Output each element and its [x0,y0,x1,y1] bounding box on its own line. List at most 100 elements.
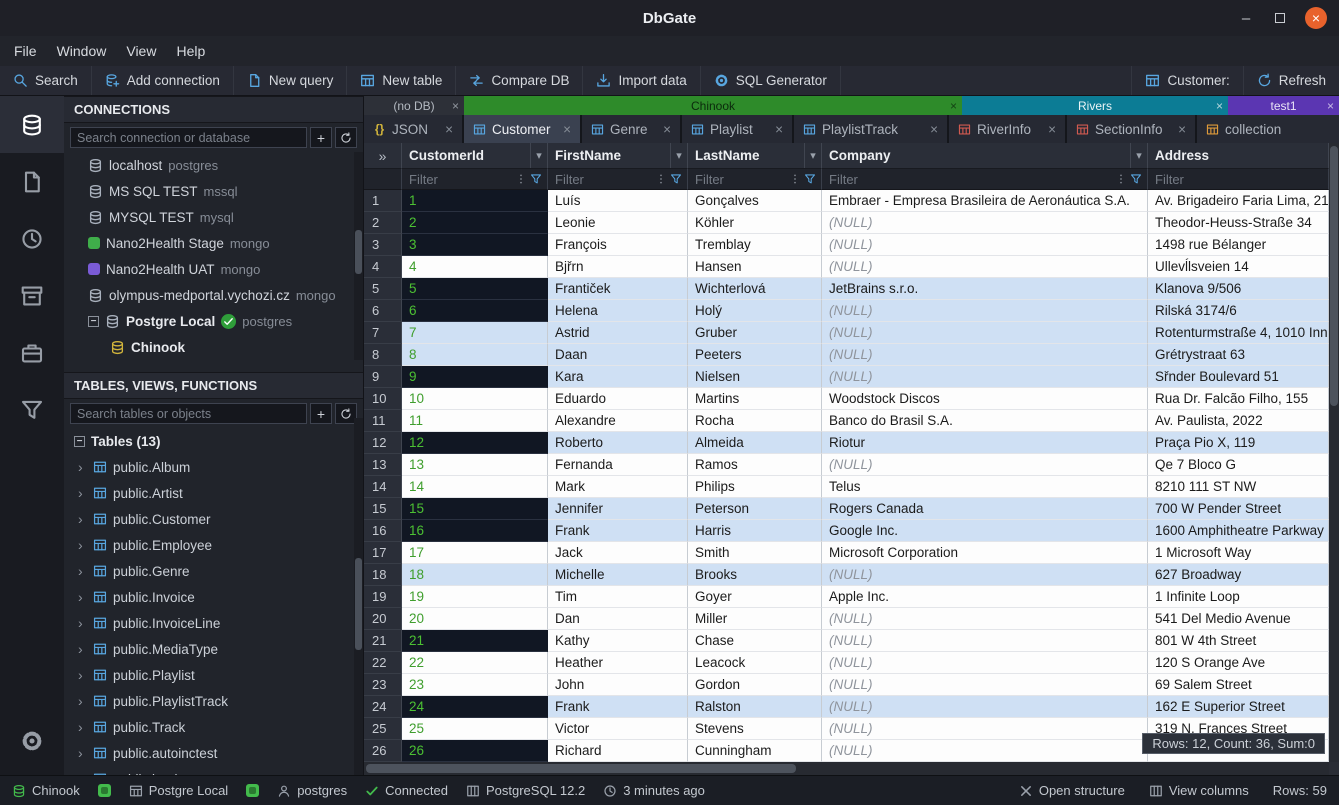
cell-firstname[interactable]: Jennifer [548,498,688,520]
table-public-employee[interactable]: ›public.Employee [64,532,363,558]
cell-customerid[interactable]: 8 [402,344,548,366]
chevron-down-icon[interactable]: ▾ [1130,143,1147,168]
cell-lastname[interactable]: Köhler [688,212,822,234]
cell-address[interactable]: 1498 rue Bélanger [1148,234,1329,256]
filter-menu-icon[interactable] [789,173,801,185]
cell-company[interactable]: Embraer - Empresa Brasileira de Aeronáut… [822,190,1148,212]
row-number[interactable]: 25 [364,718,402,740]
cell-lastname[interactable]: Gonçalves [688,190,822,212]
row-number[interactable]: 18 [364,564,402,586]
cell-customerid[interactable]: 9 [402,366,548,388]
toolbar-refresh-button[interactable]: Refresh [1243,66,1339,95]
cell-lastname[interactable]: Wichterlová [688,278,822,300]
tab-riverinfo[interactable]: RiverInfo× [949,115,1067,143]
filter-lastname[interactable]: Filter [688,169,822,190]
connection-localhost[interactable]: localhostpostgres [64,152,363,178]
cell-customerid[interactable]: 1 [402,190,548,212]
cell-company[interactable]: (NULL) [822,674,1148,696]
table-public-booleantest[interactable]: ›public.booleantest [64,766,363,775]
toolbar-new-table-button[interactable]: New table [347,66,456,95]
table-public-mediatype[interactable]: ›public.MediaType [64,636,363,662]
cell-address[interactable]: 8210 111 ST NW [1148,476,1329,498]
table-row[interactable]: 1212RobertoAlmeidaRioturPraça Pio X, 119 [364,432,1329,454]
table-public-artist[interactable]: ›public.Artist [64,480,363,506]
chevron-right-icon[interactable]: › [78,641,87,657]
cell-lastname[interactable]: Brooks [688,564,822,586]
filter-menu-icon[interactable] [655,173,667,185]
cell-company[interactable]: (NULL) [822,740,1148,762]
chevron-down-icon[interactable]: ▾ [670,143,687,168]
cell-customerid[interactable]: 20 [402,608,548,630]
close-icon[interactable]: × [663,122,671,137]
cell-address[interactable]: Rotenturmstraße 4, 1010 Innsbruck [1148,322,1329,344]
chevron-right-icon[interactable]: › [78,537,87,553]
sidebar-files-button[interactable] [0,153,64,210]
row-number[interactable]: 16 [364,520,402,542]
cell-address[interactable]: 700 W Pender Street [1148,498,1329,520]
row-number[interactable]: 4 [364,256,402,278]
cell-company[interactable]: Banco do Brasil S.A. [822,410,1148,432]
toolbar-customer-button[interactable]: Customer: [1131,66,1242,95]
cell-customerid[interactable]: 25 [402,718,548,740]
chevron-right-icon[interactable]: › [78,615,87,631]
cell-firstname[interactable]: Daan [548,344,688,366]
cell-customerid[interactable]: 18 [402,564,548,586]
cell-customerid[interactable]: 23 [402,674,548,696]
connection-chinook[interactable]: Chinook [64,334,363,360]
sidebar-connections-button[interactable] [0,96,64,153]
close-icon[interactable]: × [1216,99,1223,113]
column-header-lastname[interactable]: LastName▾ [688,143,822,169]
row-number[interactable]: 17 [364,542,402,564]
chevron-right-icon[interactable]: › [78,745,87,761]
close-icon[interactable]: × [1048,122,1056,137]
cell-firstname[interactable]: Kathy [548,630,688,652]
cell-lastname[interactable]: Peeters [688,344,822,366]
close-icon[interactable]: × [563,122,571,137]
table-row[interactable]: 2222HeatherLeacock(NULL)120 S Orange Ave [364,652,1329,674]
sidebar-filters-button[interactable] [0,381,64,438]
status-indicator[interactable] [246,784,259,797]
cell-company[interactable]: (NULL) [822,652,1148,674]
cell-customerid[interactable]: 6 [402,300,548,322]
table-row[interactable]: 1515JenniferPetersonRogers Canada700 W P… [364,498,1329,520]
cell-company[interactable]: (NULL) [822,344,1148,366]
connection-search-input[interactable] [70,127,307,148]
cell-address[interactable]: 1 Infinite Loop [1148,586,1329,608]
filter-address[interactable]: Filter [1148,169,1329,190]
cell-firstname[interactable]: Dan [548,608,688,630]
status-postgre-local[interactable]: Postgre Local [129,783,229,798]
row-number[interactable]: 19 [364,586,402,608]
cell-firstname[interactable]: Bjřrn [548,256,688,278]
collapse-icon[interactable]: − [88,316,99,327]
cell-address[interactable]: Rilská 3174/6 [1148,300,1329,322]
table-public-playlisttrack[interactable]: ›public.PlaylistTrack [64,688,363,714]
cell-lastname[interactable]: Smith [688,542,822,564]
cell-company[interactable]: Woodstock Discos [822,388,1148,410]
table-row[interactable]: 22LeonieKöhler(NULL)Theodor-Heuss-Straße… [364,212,1329,234]
horizontal-scrollbar[interactable] [364,762,1329,775]
column-header-firstname[interactable]: FirstName▾ [548,143,688,169]
row-number[interactable]: 14 [364,476,402,498]
cell-firstname[interactable]: Victor [548,718,688,740]
cell-firstname[interactable]: Alexandre [548,410,688,432]
table-row[interactable]: 55FrantičekWichterlováJetBrains s.r.o.Kl… [364,278,1329,300]
chevron-right-icon[interactable]: › [78,511,87,527]
table-row[interactable]: 44BjřrnHansen(NULL)Ullevĺlsveien 14 [364,256,1329,278]
chevron-down-icon[interactable]: ▾ [804,143,821,168]
filter-menu-icon[interactable] [515,173,527,185]
cell-customerid[interactable]: 10 [402,388,548,410]
tab-json[interactable]: {}JSON× [364,115,464,143]
row-number[interactable]: 20 [364,608,402,630]
cell-company[interactable]: (NULL) [822,300,1148,322]
cell-address[interactable]: 1 Microsoft Way [1148,542,1329,564]
cell-lastname[interactable]: Almeida [688,432,822,454]
tab-sectioninfo[interactable]: SectionInfo× [1067,115,1197,143]
table-row[interactable]: 1313FernandaRamos(NULL)Qe 7 Bloco G [364,454,1329,476]
chevron-down-icon[interactable]: ▾ [530,143,547,168]
cell-lastname[interactable]: Goyer [688,586,822,608]
close-icon[interactable]: × [930,122,938,137]
cell-lastname[interactable]: Chase [688,630,822,652]
sidebar-history-button[interactable] [0,210,64,267]
cell-company[interactable]: JetBrains s.r.o. [822,278,1148,300]
cell-company[interactable]: (NULL) [822,718,1148,740]
